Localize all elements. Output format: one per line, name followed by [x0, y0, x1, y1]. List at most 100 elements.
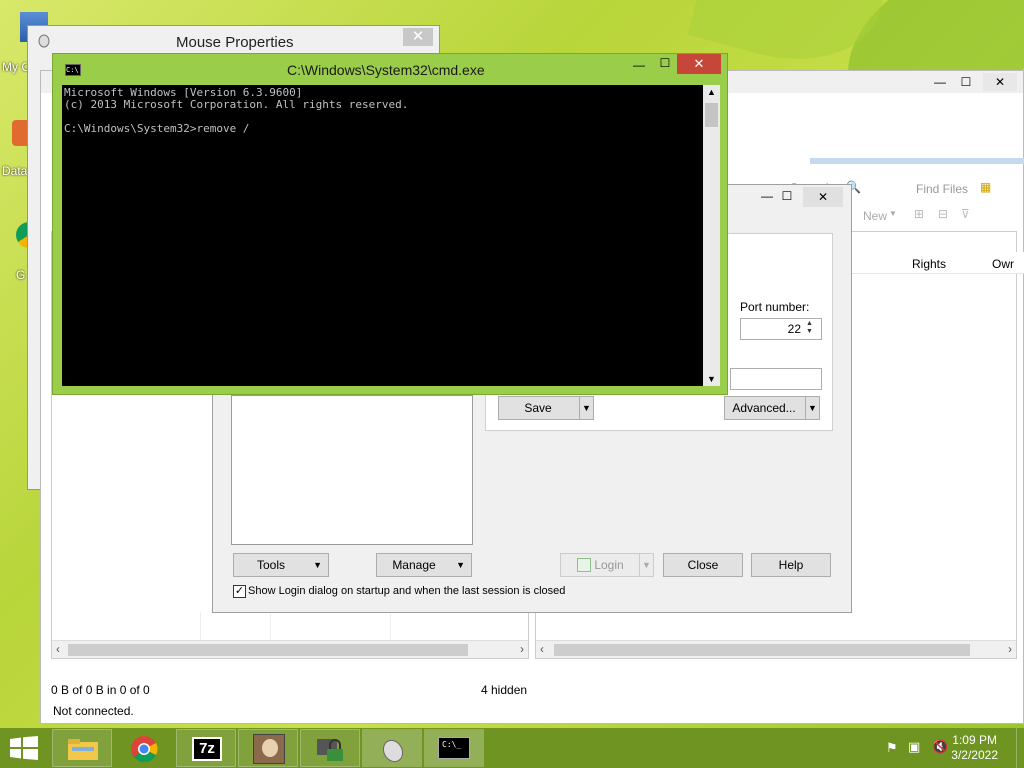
clock-time: 1:09 PM — [952, 733, 997, 747]
login-label: Login — [594, 558, 624, 572]
7zip-icon: 7z — [192, 737, 222, 761]
hidden-count: 4 hidden — [481, 683, 528, 697]
status-bar: 0 B of 0 B in 0 of 0 4 hidden — [51, 683, 1011, 699]
scrollbar-thumb[interactable] — [68, 644, 468, 656]
column-divider — [390, 612, 391, 642]
chevron-down-icon[interactable]: ▼ — [639, 554, 653, 576]
minimize-button[interactable]: — — [927, 73, 953, 91]
mouse-properties-titlebar[interactable]: Mouse Properties ✕ — [28, 26, 439, 56]
close-button[interactable]: ✕ — [677, 54, 721, 74]
taskbar-winscp[interactable] — [300, 729, 360, 767]
chevron-down-icon: ▼ — [456, 560, 465, 570]
scroll-right-icon[interactable]: › — [520, 642, 524, 656]
cmd-titlebar[interactable]: C:\ C:\Windows\System32\cmd.exe — ☐ ✕ — [53, 54, 727, 84]
column-divider — [270, 612, 271, 642]
startup-checkbox-label[interactable]: Show Login dialog on startup and when th… — [248, 585, 565, 597]
selection-status: 0 B of 0 B in 0 of 0 — [51, 683, 150, 697]
taskbar-7zip[interactable]: 7z — [176, 729, 236, 767]
minimize-button[interactable]: — — [627, 58, 651, 72]
cmd-window: C:\ C:\Windows\System32\cmd.exe — ☐ ✕ Mi… — [52, 53, 728, 395]
vertical-scrollbar[interactable]: ▲ ▼ — [703, 85, 720, 386]
scroll-down-icon[interactable]: ▼ — [707, 374, 716, 384]
close-dialog-button[interactable]: Close — [663, 553, 743, 577]
console-output[interactable]: Microsoft Windows [Version 6.3.9600] (c) … — [62, 85, 703, 386]
connection-status: Not connected. — [53, 704, 134, 718]
desktop-icon-label: Data — [2, 164, 28, 178]
startup-checkbox[interactable]: ✓ — [233, 585, 246, 598]
mouse-icon — [38, 34, 50, 48]
login-titlebar[interactable]: — ☐ ✕ — [731, 185, 851, 211]
user-avatar-icon — [253, 734, 285, 764]
horizontal-scrollbar[interactable]: ‹ › — [536, 640, 1016, 658]
chevron-down-icon[interactable]: ▼ — [579, 397, 593, 419]
system-tray: ⚑ ▣ 🔇 1:09 PM 3/2/2022 — [864, 728, 1024, 768]
add-icon[interactable]: ⊞ — [914, 207, 924, 221]
console-line: (c) 2013 Microsoft Corporation. All righ… — [64, 98, 409, 111]
scroll-left-icon[interactable]: ‹ — [540, 642, 544, 656]
login-icon — [577, 558, 591, 572]
desktop-icon-label: G — [16, 268, 26, 282]
find-files-button[interactable]: Find Files — [916, 182, 968, 196]
chrome-icon — [131, 736, 158, 763]
close-button[interactable]: ✕ — [803, 187, 843, 207]
folder-icon — [68, 739, 98, 760]
action-center-flag-icon[interactable]: ⚑ — [886, 740, 898, 756]
help-button[interactable]: Help — [751, 553, 831, 577]
filter-icon[interactable]: ⊽ — [961, 207, 970, 221]
start-button[interactable] — [10, 736, 38, 760]
cmd-icon: C:\ — [65, 64, 81, 76]
chevron-down-icon[interactable]: ▼ — [805, 397, 819, 419]
close-button[interactable]: ✕ — [983, 73, 1017, 91]
cmd-title: C:\Windows\System32\cmd.exe — [287, 62, 485, 78]
close-button[interactable]: ✕ — [403, 28, 433, 46]
taskbar-cmd[interactable]: C:\_ — [424, 729, 484, 767]
manage-label: Manage — [392, 558, 436, 572]
taskbar-winscp-user[interactable] — [238, 729, 298, 767]
taskbar: 7z C:\_ ⚑ ▣ 🔇 1:09 PM 3/2/2022 — [0, 728, 1024, 768]
column-owner[interactable]: Owr — [992, 257, 1014, 271]
maximize-button[interactable]: ☐ — [653, 56, 677, 70]
login-button[interactable]: Login ▼ — [560, 553, 654, 577]
volume-muted-icon[interactable]: 🔇 — [932, 739, 948, 755]
advanced-button[interactable]: Advanced... ▼ — [724, 396, 820, 420]
password-field[interactable] — [730, 368, 822, 390]
show-desktop-button[interactable] — [1016, 728, 1024, 768]
scroll-left-icon[interactable]: ‹ — [56, 642, 60, 656]
manage-button[interactable]: Manage ▼ — [376, 553, 472, 577]
connection-status-bar: Not connected. — [51, 704, 1011, 720]
console-line: C:\Windows\System32>remove / — [64, 122, 250, 135]
minimize-button[interactable]: — — [759, 189, 775, 203]
scrollbar-thumb[interactable] — [554, 644, 970, 656]
tools-label: Tools — [256, 558, 285, 572]
desktop-icon-label: My C — [2, 60, 30, 74]
chevron-down-icon: ▼ — [889, 209, 897, 218]
save-button[interactable]: Save ▼ — [498, 396, 594, 420]
tools-button[interactable]: Tools ▼ — [233, 553, 329, 577]
taskbar-mouse-properties[interactable] — [362, 729, 422, 767]
scroll-right-icon[interactable]: › — [1008, 642, 1012, 656]
scroll-up-icon[interactable]: ▲ — [707, 87, 716, 97]
maximize-button[interactable]: ☐ — [953, 73, 979, 91]
save-label: Save — [524, 401, 552, 415]
chevron-down-icon: ▼ — [313, 560, 322, 570]
scrollbar-thumb[interactable] — [705, 103, 718, 127]
spinner-icon[interactable]: ▲ ▼ — [806, 320, 813, 336]
winscp-lock-icon — [317, 739, 343, 761]
site-tree[interactable] — [231, 395, 473, 545]
clock[interactable]: 1:09 PM 3/2/2022 — [951, 733, 998, 763]
column-rights[interactable]: Rights — [912, 257, 946, 271]
column-divider — [200, 612, 201, 642]
taskbar-chrome[interactable] — [114, 729, 174, 767]
maximize-button[interactable]: ☐ — [779, 189, 795, 203]
tree-icon[interactable]: ▦ — [980, 180, 991, 194]
horizontal-scrollbar[interactable]: ‹ › — [52, 640, 528, 658]
port-number-label: Port number: — [740, 300, 810, 314]
clock-date: 3/2/2022 — [951, 748, 998, 762]
new-button[interactable]: New — [863, 209, 887, 223]
remove-icon[interactable]: ⊟ — [938, 207, 948, 221]
taskbar-file-explorer[interactable] — [52, 729, 112, 767]
cmd-icon: C:\_ — [438, 737, 470, 759]
network-icon[interactable]: ▣ — [908, 739, 920, 755]
advanced-label: Advanced... — [732, 401, 796, 415]
mouse-properties-title: Mouse Properties — [176, 34, 294, 51]
